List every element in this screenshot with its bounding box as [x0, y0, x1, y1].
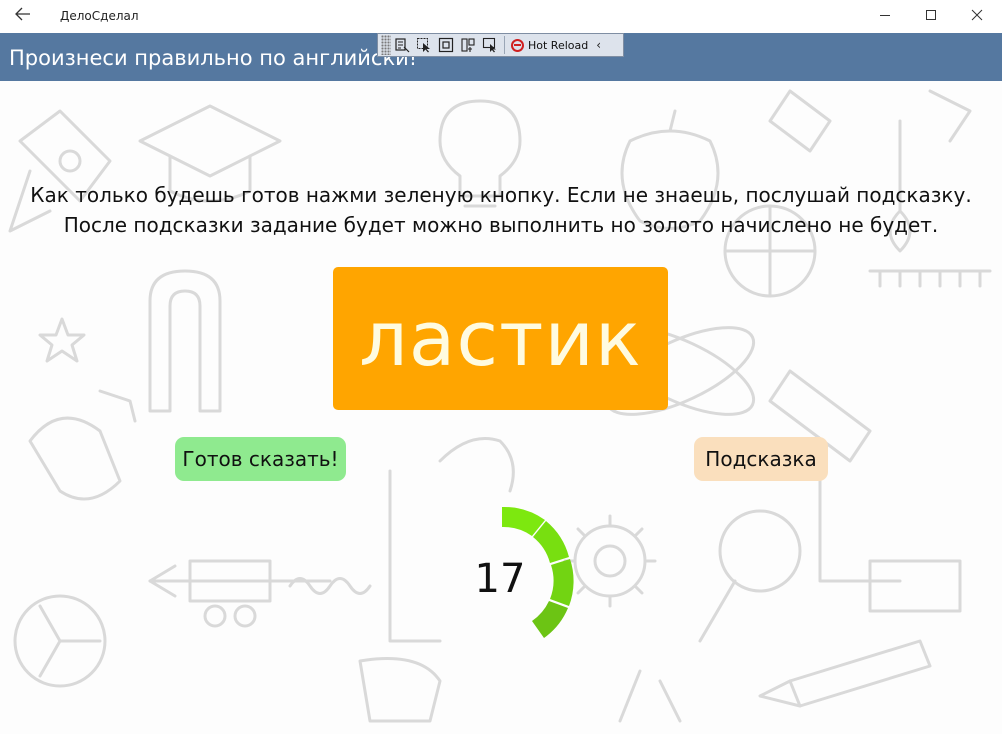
back-arrow-icon[interactable]: [10, 4, 36, 28]
select-element-icon[interactable]: [413, 34, 435, 56]
minimize-button[interactable]: [862, 0, 908, 33]
timer-arc-segment-3: [550, 559, 574, 606]
countdown-value: 17: [474, 556, 526, 602]
window-title-bar: ДелоСделал: [0, 0, 1002, 33]
display-layout-adorners-icon[interactable]: [435, 34, 457, 56]
toolbar-grip-handle[interactable]: [381, 35, 391, 55]
hint-button[interactable]: Подсказка: [694, 437, 828, 481]
timer-arc-segment-4: [532, 601, 568, 638]
target-word: ластик: [359, 294, 642, 383]
page-title: Произнеси правильно по английски!: [9, 46, 418, 70]
toolbar-separator: [504, 36, 505, 54]
track-focus-icon[interactable]: [457, 34, 479, 56]
window-title: ДелоСделал: [60, 9, 139, 23]
instruction-line-2: После подсказки задание будет можно выпо…: [63, 213, 939, 237]
instructions: Как только будешь готов нажми зеленую кн…: [0, 180, 1002, 240]
preview-selection-icon[interactable]: [479, 34, 501, 56]
toolbar-collapse-chevron-icon[interactable]: ‹: [596, 38, 601, 52]
ready-to-speak-button[interactable]: Готов сказать!: [175, 437, 346, 481]
maximize-button[interactable]: [908, 0, 954, 33]
instruction-line-1: Как только будешь готов нажми зеленую кн…: [30, 183, 972, 207]
hot-reload-label[interactable]: Hot Reload: [528, 39, 588, 52]
word-card: ластик: [333, 267, 668, 410]
hot-reload-status-icon: [511, 38, 524, 52]
close-button[interactable]: [954, 0, 1000, 33]
main-content: Как только будешь готов нажми зеленую кн…: [0, 81, 1002, 734]
live-visual-tree-icon[interactable]: [391, 34, 413, 56]
hot-reload-toolbar: Hot Reload ‹: [377, 33, 624, 57]
